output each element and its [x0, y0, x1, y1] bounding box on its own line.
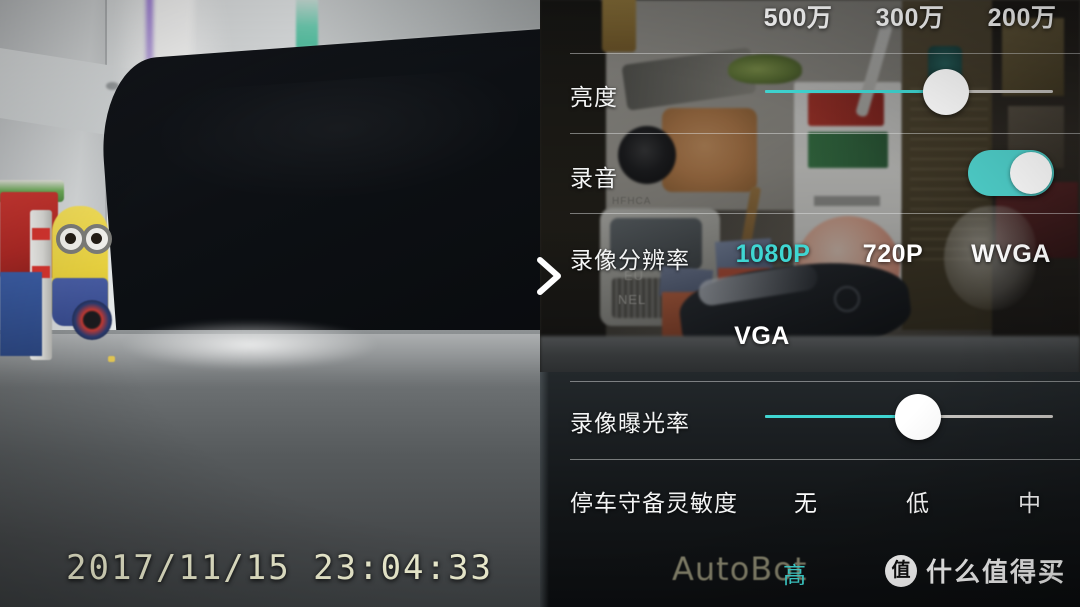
option-sensitivity-low[interactable]: 低	[906, 484, 930, 518]
smzdm-watermark: 值 什么值得买	[884, 552, 1066, 589]
scene-lego-stripe	[32, 228, 50, 240]
scene-lego-blue	[0, 272, 42, 356]
option-video-720p[interactable]: 720P	[863, 240, 923, 269]
brightness-slider-knob[interactable]	[923, 69, 969, 115]
option-video-wvga[interactable]: WVGA	[971, 240, 1051, 269]
video-timestamp: 2017/11/15 23:04:33	[66, 548, 493, 588]
scene-floor-speck	[108, 356, 115, 362]
scene-desk-light-pool	[120, 320, 380, 370]
exposure-slider-knob[interactable]	[895, 394, 941, 440]
scene-minion-pupil	[65, 233, 76, 244]
label-brightness: 亮度	[570, 84, 618, 110]
smzdm-logo-text: 什么值得买	[925, 557, 1066, 587]
settings-panel: 500万 300万 200万 亮度 录音 录像分辨率 1080P 720P WV…	[540, 0, 1080, 607]
option-video-vga[interactable]: VGA	[734, 322, 790, 351]
row-divider	[570, 133, 1080, 134]
row-divider	[570, 53, 1080, 54]
scene-minion-pupil	[91, 233, 102, 244]
option-sensitivity-high[interactable]: 高	[783, 556, 807, 590]
dashcam-settings-screen: HFHCA EU NEL 500万 300万 200万 亮度 录音	[0, 0, 1080, 607]
row-divider	[570, 381, 1080, 382]
next-page-chevron-right-icon[interactable]	[528, 252, 570, 300]
row-divider	[570, 213, 1080, 214]
option-video-1080p[interactable]: 1080P	[736, 240, 811, 269]
option-photo-200w[interactable]: 200万	[988, 0, 1057, 34]
smzdm-logo-icon: 值	[884, 554, 917, 587]
option-photo-500w[interactable]: 500万	[764, 0, 833, 34]
option-sensitivity-none[interactable]: 无	[794, 484, 818, 518]
label-parking-sensitivity: 停车守备灵敏度	[570, 490, 738, 516]
brightness-slider-fill	[765, 90, 946, 93]
toggle-knob	[1010, 152, 1052, 194]
scene-toy-wheel	[72, 300, 112, 340]
option-photo-300w[interactable]: 300万	[876, 0, 945, 34]
option-sensitivity-medium[interactable]: 中	[1018, 484, 1042, 518]
label-video-resolution: 录像分辨率	[570, 247, 690, 273]
row-divider	[570, 459, 1080, 460]
audio-recording-toggle[interactable]	[968, 150, 1054, 196]
label-audio-recording: 录音	[570, 165, 618, 191]
label-video-exposure: 录像曝光率	[570, 410, 690, 436]
